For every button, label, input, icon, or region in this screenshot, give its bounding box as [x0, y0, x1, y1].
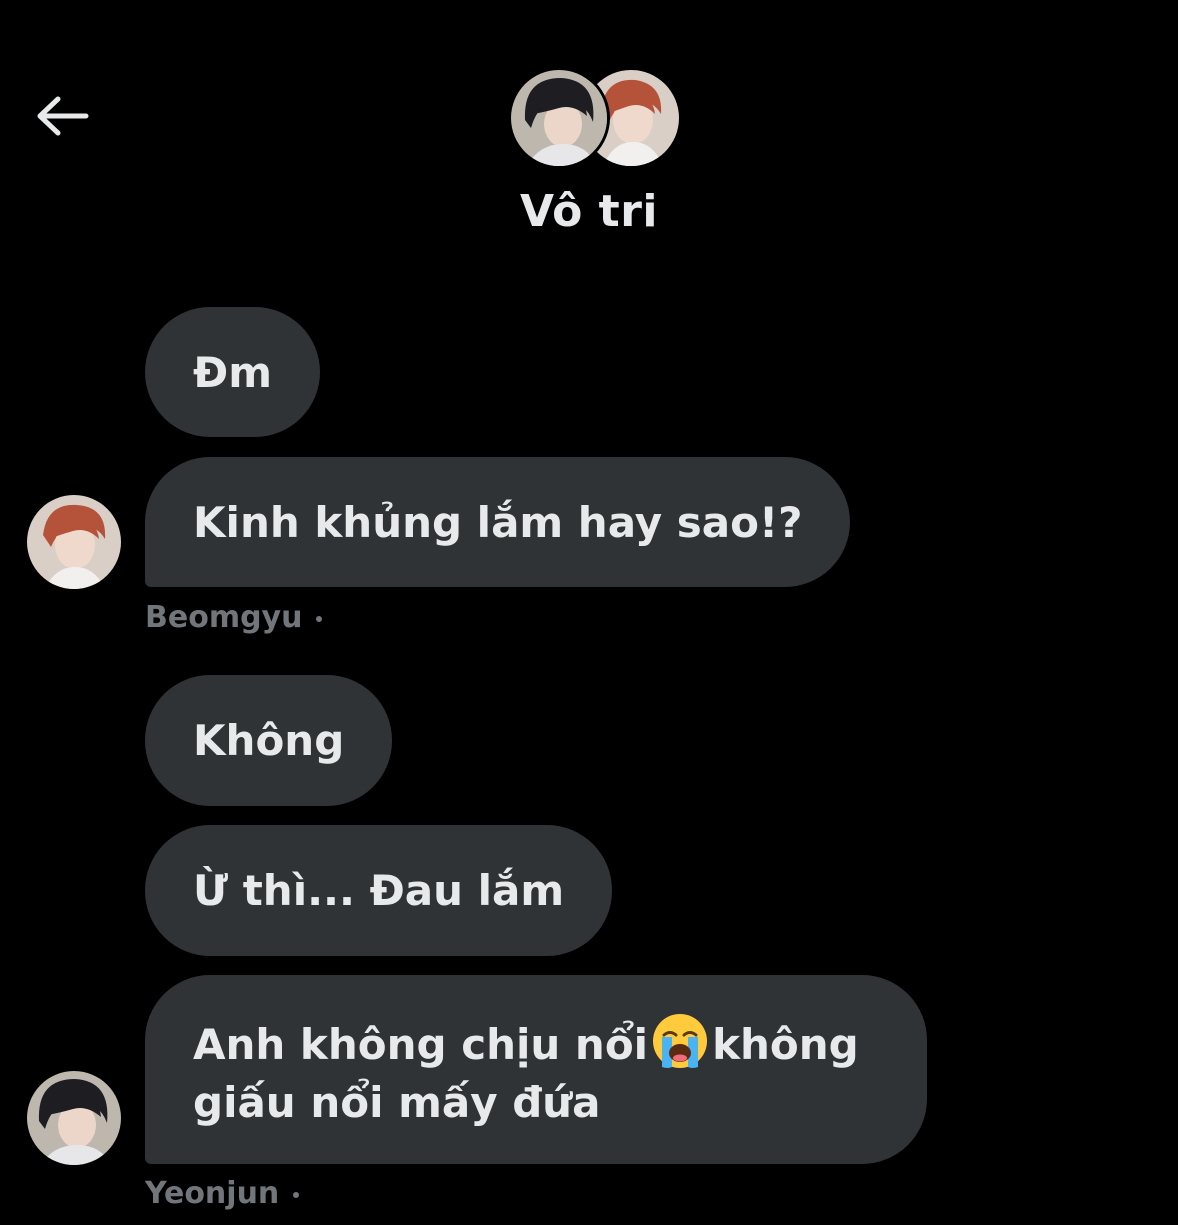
group-title[interactable]: Vô tri — [0, 186, 1178, 237]
message-text-part: Anh không chịu nổi — [193, 1020, 649, 1069]
avatar-yeonjun[interactable] — [27, 1071, 121, 1165]
message-text: Đm — [193, 347, 272, 397]
group-avatar-yeonjun — [508, 67, 610, 169]
separator-dot — [316, 615, 323, 622]
message-bubble[interactable]: Kinh khủng lắm hay sao!? — [145, 457, 851, 587]
arrow-left-icon — [37, 96, 89, 136]
message-bubble[interactable]: Đm — [145, 307, 320, 437]
avatar-beomgyu[interactable] — [27, 495, 121, 589]
message-text: Anh không chịu nổi không giấu nổi mấy đứ… — [193, 1013, 879, 1132]
sender-label: Beomgyu — [145, 600, 323, 635]
message-bubble[interactable]: Anh không chịu nổi không giấu nổi mấy đứ… — [145, 975, 927, 1164]
sender-name: Yeonjun — [145, 1176, 280, 1211]
back-button[interactable] — [30, 88, 94, 144]
group-avatars[interactable] — [508, 67, 682, 169]
loudly-crying-face-icon — [653, 1014, 708, 1068]
sender-name: Beomgyu — [145, 600, 303, 635]
message-bubble[interactable]: Ừ thì... Đau lắm — [145, 825, 613, 956]
message-text: Ừ thì... Đau lắm — [193, 866, 565, 915]
message-bubble[interactable]: Không — [145, 675, 393, 806]
message-text: Không — [193, 716, 345, 765]
separator-dot — [293, 1191, 300, 1198]
message-text: Kinh khủng lắm hay sao!? — [193, 497, 803, 547]
sender-label: Yeonjun — [145, 1176, 300, 1211]
